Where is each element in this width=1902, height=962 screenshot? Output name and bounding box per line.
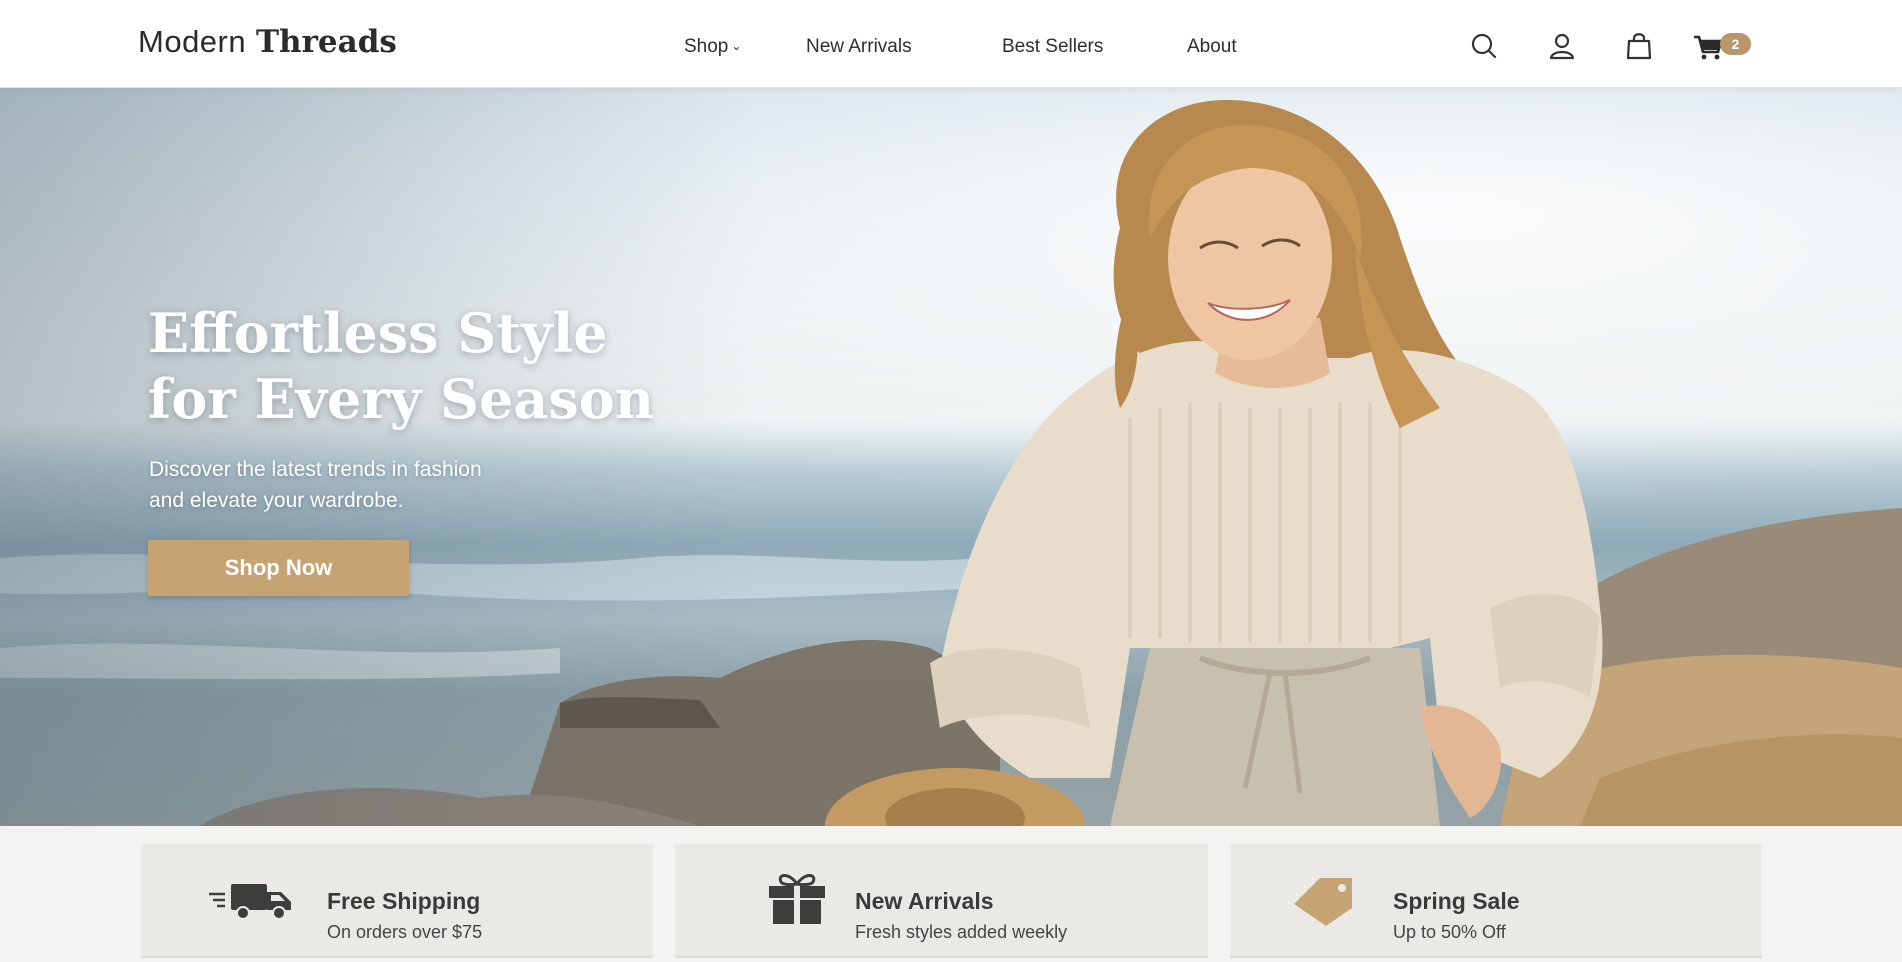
feature-spring-sale[interactable]: Spring Sale Up to 50% Off xyxy=(1230,844,1762,958)
hero-subtitle-line2: and elevate your wardrobe. xyxy=(149,489,404,512)
hero-title-line2: for Every Season xyxy=(148,367,655,431)
tag-icon xyxy=(1290,874,1360,931)
nav-item-about[interactable]: About xyxy=(1187,36,1237,58)
hero-title-line1: Effortless Style xyxy=(148,301,608,365)
brand-name-light: Modern xyxy=(138,24,247,59)
chevron-down-icon: ⌄ xyxy=(731,39,742,53)
feature-title: Free Shipping xyxy=(327,888,481,914)
hero-subtitle-line1: Discover the latest trends in fashion xyxy=(149,458,482,481)
nav-item-shop[interactable]: Shop ⌄ xyxy=(684,36,741,58)
hero-title: Effortless Style for Every Season xyxy=(148,300,748,432)
nav-item-best-sellers[interactable]: Best Sellers xyxy=(1002,36,1103,58)
shopping-bag-icon[interactable] xyxy=(1623,30,1655,62)
nav-item-shop-label: Shop xyxy=(684,36,729,57)
brand-logo[interactable]: Modern Threads xyxy=(138,24,397,60)
hero-banner: Effortless Style for Every Season Discov… xyxy=(0,88,1902,826)
truck-icon xyxy=(207,880,295,927)
gift-icon xyxy=(767,872,827,929)
feature-title: Spring Sale xyxy=(1393,888,1520,914)
user-icon[interactable] xyxy=(1546,30,1578,62)
feature-subtitle: Up to 50% Off xyxy=(1393,922,1506,942)
shop-now-button[interactable]: Shop Now xyxy=(148,540,409,596)
feature-title: New Arrivals xyxy=(855,888,994,914)
feature-new-arrivals[interactable]: New Arrivals Fresh styles added weekly xyxy=(675,844,1208,958)
feature-free-shipping[interactable]: Free Shipping On orders over $75 xyxy=(141,844,653,958)
features-bar: Free Shipping On orders over $75 New Arr… xyxy=(0,826,1902,962)
brand-name-bold: Threads xyxy=(255,24,397,60)
feature-subtitle: Fresh styles added weekly xyxy=(855,922,1068,942)
search-icon[interactable] xyxy=(1468,30,1500,62)
cart-count-badge: 2 xyxy=(1720,33,1751,55)
feature-subtitle: On orders over $75 xyxy=(327,922,483,942)
site-header: Modern Threads Shop ⌄ New Arrivals Best S… xyxy=(0,0,1902,88)
nav-item-new-arrivals[interactable]: New Arrivals xyxy=(806,36,912,58)
hero-subtitle: Discover the latest trends in fashion an… xyxy=(149,454,609,516)
